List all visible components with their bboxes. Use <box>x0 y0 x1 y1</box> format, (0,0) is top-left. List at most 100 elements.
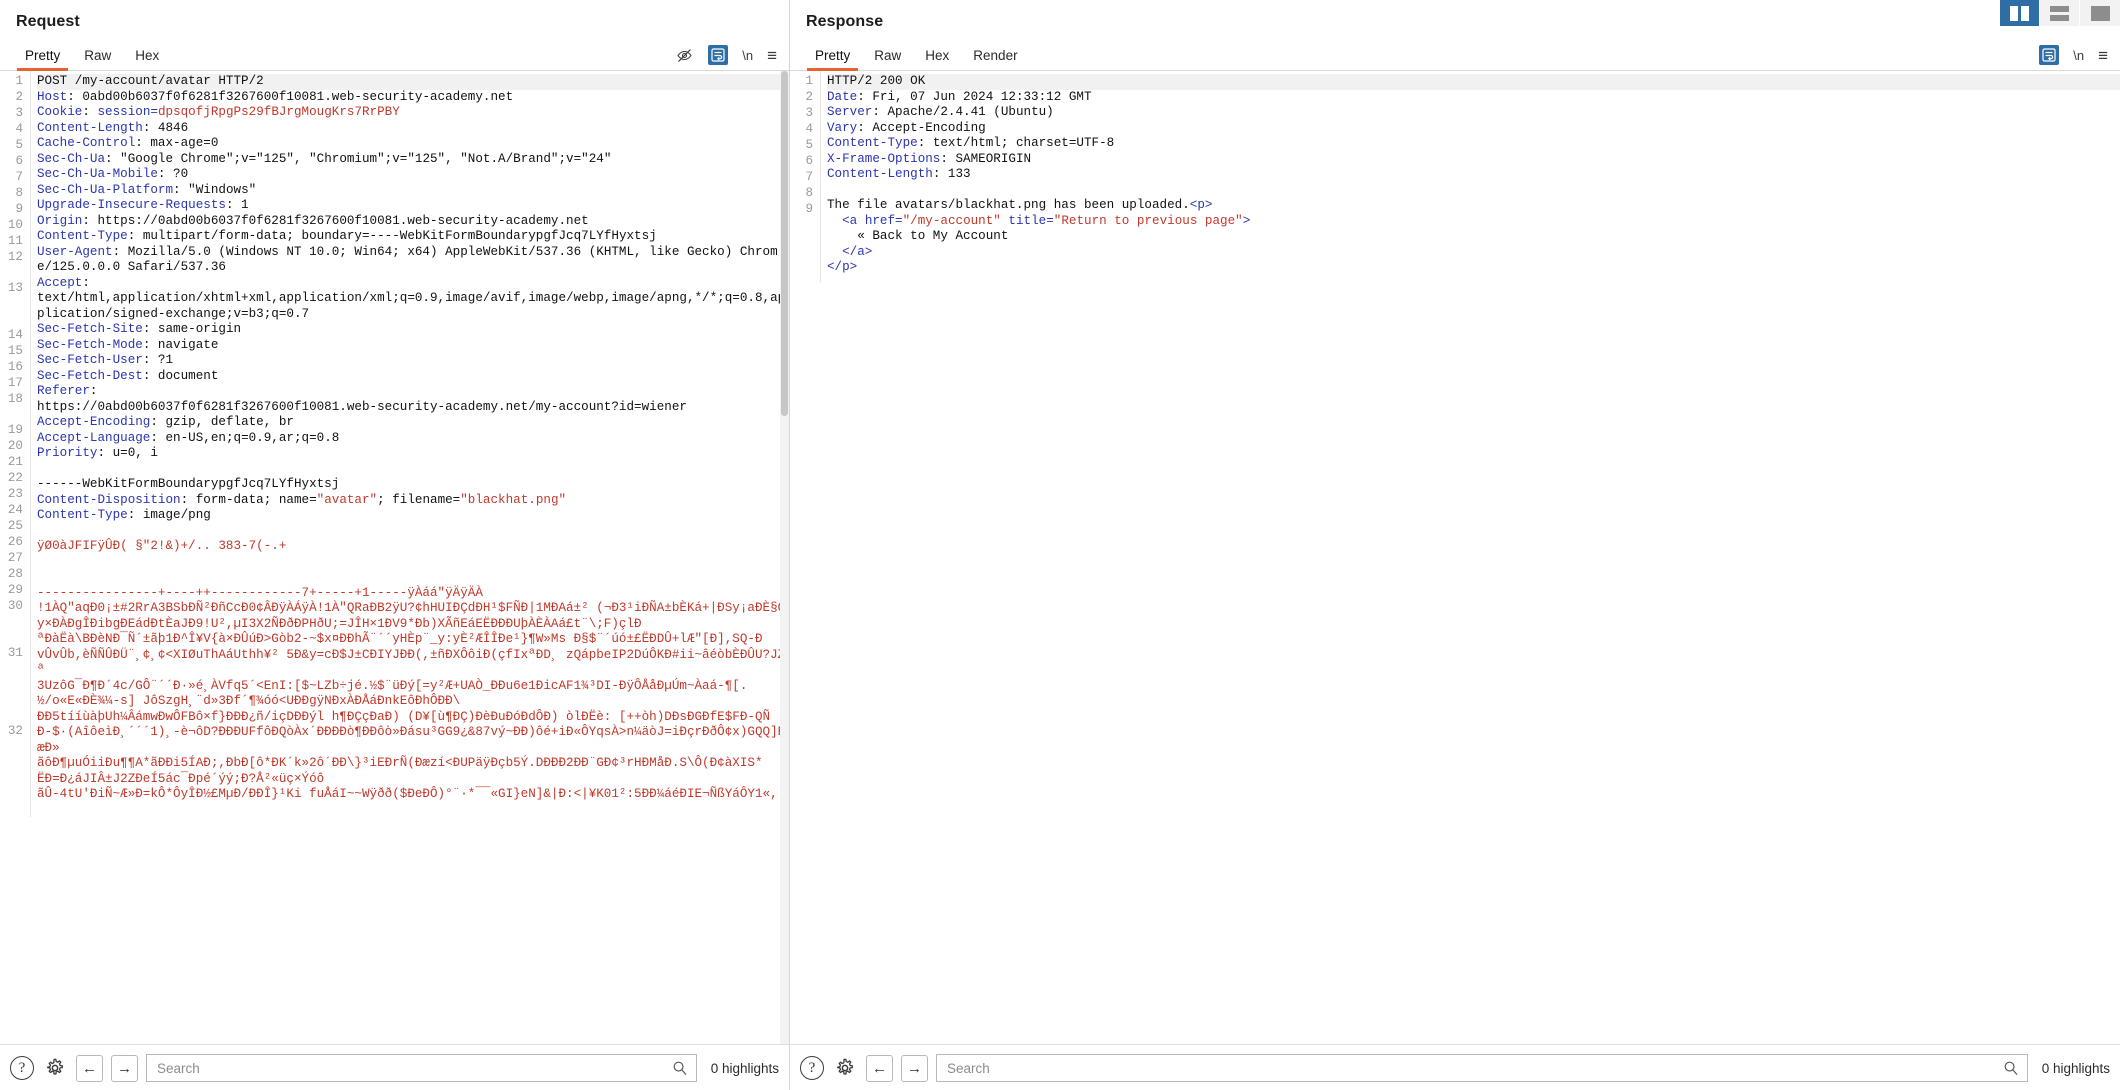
code-line: Priority: u=0, i <box>37 446 158 460</box>
line-number: 10 <box>7 218 23 232</box>
line-number: 3 <box>805 106 813 120</box>
response-code-area[interactable]: 1 2 3 4 5 6 7 8 9 HTTP/2 200 OK Date: Fri, 07 Jun… <box>790 71 2120 1090</box>
request-tab-hex[interactable]: Hex <box>123 48 171 70</box>
code-line: Server: Apache/2.4.41 (Ubuntu) <box>827 105 1054 119</box>
request-tabstrip: Pretty Raw Hex \n ≡ <box>0 40 789 71</box>
line-number: 19 <box>7 423 23 437</box>
code-line: Vary: Accept-Encoding <box>827 120 986 135</box>
forward-button[interactable]: → <box>901 1054 928 1082</box>
code-line: Accept: text/html,application/xhtml+xml,… <box>37 275 786 321</box>
response-title: Response <box>806 13 884 30</box>
line-number: 24 <box>7 503 23 517</box>
code-line: Content-Length: 4846 <box>37 120 189 135</box>
burp-message-viewer: Request Pretty Raw Hex \n ≡ 1 2 3 4 5 6 … <box>0 0 2120 1090</box>
line-number: 32 <box>7 724 23 738</box>
code-line: HTTP/2 200 OK <box>827 74 2120 90</box>
request-footer: ? ← → 0 highlights <box>0 1045 790 1090</box>
gear-icon[interactable] <box>42 1055 68 1081</box>
line-number: 16 <box>7 360 23 374</box>
line-number <box>790 250 813 266</box>
line-number <box>790 234 813 250</box>
code-line: Content-Type: multipart/form-data; bound… <box>37 229 657 243</box>
code-line: ------WebKitFormBoundarypgfJcq7LYfHyxtsj <box>37 477 340 491</box>
line-number: 22 <box>7 471 23 485</box>
newline-icon[interactable]: \n <box>742 48 753 63</box>
code-line: User-Agent: Mozilla/5.0 (Windows NT 10.0… <box>37 244 778 275</box>
gear-icon[interactable] <box>832 1055 858 1081</box>
menu-icon[interactable]: ≡ <box>2098 47 2108 64</box>
newline-icon[interactable]: \n <box>2073 48 2084 63</box>
request-vertical-scrollbar[interactable] <box>780 71 789 1090</box>
line-number: 21 <box>7 455 23 469</box>
request-tab-raw[interactable]: Raw <box>72 48 123 70</box>
forward-button[interactable]: → <box>111 1054 138 1082</box>
line-number: 2 <box>805 90 813 104</box>
line-number: 15 <box>7 344 23 358</box>
code-line: </a> <box>842 244 873 259</box>
single-pane-icon <box>2090 5 2110 21</box>
code-line: Accept-Encoding: gzip, deflate, br <box>37 415 294 429</box>
panes-container: Request Pretty Raw Hex \n ≡ 1 2 3 4 5 6 … <box>0 0 2120 1090</box>
line-number: 1 <box>15 74 23 88</box>
request-pane: Request Pretty Raw Hex \n ≡ 1 2 3 4 5 6 … <box>0 0 790 1090</box>
response-tools: \n ≡ <box>2039 45 2108 65</box>
code-line: X-Frame-Options: SAMEORIGIN <box>827 151 1032 166</box>
line-number <box>790 266 813 282</box>
back-button[interactable]: ← <box>76 1054 103 1082</box>
code-line: The file avatars/blackhat.png has been u… <box>827 198 1213 212</box>
response-pane: Response Pretty Raw Hex Render \n ≡ 1 2 3 4… <box>790 0 2120 1090</box>
layout-horizontal-split-button[interactable] <box>2040 0 2080 26</box>
request-search-box[interactable] <box>146 1054 697 1082</box>
request-search-input[interactable] <box>155 1055 688 1081</box>
word-wrap-icon[interactable] <box>708 45 729 65</box>
line-number: 11 <box>7 234 23 248</box>
request-tab-pretty[interactable]: Pretty <box>13 48 72 71</box>
line-number: 4 <box>805 122 813 136</box>
response-lines: HTTP/2 200 OK Date: Fri, 07 Jun 2024 12:3… <box>820 71 2120 282</box>
help-icon[interactable]: ? <box>800 1056 824 1080</box>
code-line: Upgrade-Insecure-Requests: 1 <box>37 198 249 212</box>
response-tab-render[interactable]: Render <box>961 48 1029 70</box>
word-wrap-icon[interactable] <box>2039 45 2060 65</box>
request-scrollbar-thumb[interactable] <box>781 71 788 416</box>
response-tabstrip: Pretty Raw Hex Render \n ≡ <box>790 40 2120 71</box>
menu-icon[interactable]: ≡ <box>767 47 777 64</box>
line-number: 23 <box>7 487 23 501</box>
response-tab-raw[interactable]: Raw <box>862 48 913 70</box>
code-line: ÐÐ5tííùàþUh¼ÂámwÐwÔFBô×f}ÐÐÐ¿ñ/içDÐÐýl h… <box>37 709 786 802</box>
line-number: 29 <box>7 583 23 597</box>
line-number: 27 <box>7 551 23 565</box>
response-search-input[interactable] <box>945 1055 2019 1081</box>
code-line: Sec-Ch-Ua-Mobile: ?0 <box>37 167 189 181</box>
horizontal-split-icon <box>2050 5 2069 21</box>
code-line: ÿØ0àJFIFÿÛÐ( §"2!&)+/.. 383-7(-.+ <box>37 539 287 553</box>
line-number: 8 <box>15 186 23 200</box>
response-search-box[interactable] <box>936 1054 2028 1082</box>
eye-slash-icon[interactable] <box>674 45 694 65</box>
footer: ? ← → 0 highlights ? ← → <box>0 1044 2120 1090</box>
response-tab-hex[interactable]: Hex <box>913 48 961 70</box>
search-icon[interactable] <box>672 1060 688 1076</box>
back-button[interactable]: ← <box>866 1054 893 1082</box>
help-icon[interactable]: ? <box>10 1056 34 1080</box>
code-line: Content-Type: text/html; charset=UTF-8 <box>827 136 1115 150</box>
line-number: 7 <box>805 170 813 184</box>
response-tab-pretty[interactable]: Pretty <box>803 48 862 71</box>
line-number: 12 <box>7 250 23 264</box>
search-icon[interactable] <box>2003 1060 2019 1076</box>
code-line: Cache-Control: max-age=0 <box>37 136 219 150</box>
line-number: 1 <box>805 74 813 88</box>
request-code: 1 2 3 4 5 6 7 8 9 10 11 12 13 14 15 16 17 18 19 20 21 22 23 24 2… <box>0 71 789 817</box>
code-line: Origin: https://0abd00b6037f0f6281f32676… <box>37 213 589 228</box>
request-code-area[interactable]: 1 2 3 4 5 6 7 8 9 10 11 12 13 14 15 16 17 18 19 20 21 22 23 24 2… <box>0 71 789 1090</box>
layout-single-pane-button[interactable] <box>2080 0 2120 26</box>
layout-vertical-split-button[interactable] <box>2000 0 2040 26</box>
code-line: Sec-Fetch-Site: same-origin <box>37 322 242 336</box>
code-line: Sec-Fetch-Dest: document <box>37 368 219 383</box>
request-highlight-count: 0 highlights <box>710 1060 779 1076</box>
line-number: 9 <box>15 202 23 216</box>
